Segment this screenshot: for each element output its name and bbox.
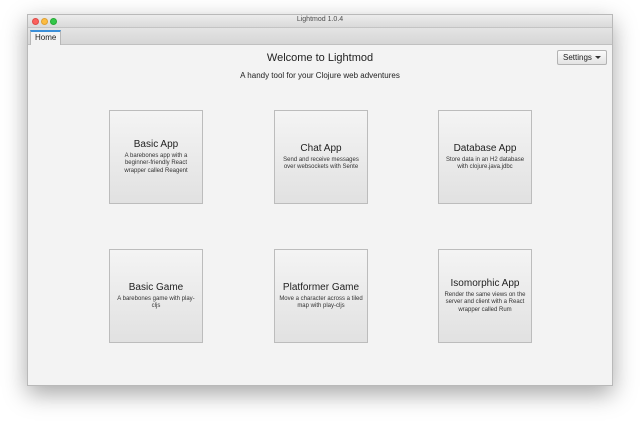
card-title: Platformer Game bbox=[282, 281, 360, 293]
card-title: Database App bbox=[453, 142, 517, 154]
page-subtitle: A handy tool for your Clojure web advent… bbox=[240, 71, 400, 80]
app-window: Lightmod 1.0.4 Home Welcome to Lightmod … bbox=[27, 14, 613, 386]
template-card-basic-game[interactable]: Basic Game A barebones game with play-cl… bbox=[109, 249, 203, 343]
template-card-basic-app[interactable]: Basic App A barebones app with a beginne… bbox=[109, 110, 203, 204]
card-description: Store data in an H2 database with clojur… bbox=[445, 156, 525, 171]
page-title: Welcome to Lightmod bbox=[266, 52, 374, 64]
card-description: Render the same views on the server and … bbox=[444, 291, 526, 313]
tab-bar: Home bbox=[28, 28, 612, 45]
window-title: Lightmod 1.0.4 bbox=[296, 16, 344, 23]
tab-home[interactable]: Home bbox=[30, 30, 62, 45]
settings-label: Settings bbox=[563, 53, 592, 62]
card-description: Send and receive messages over websocket… bbox=[283, 156, 359, 171]
card-description: Move a character across a tiled map with… bbox=[279, 295, 363, 310]
card-title: Basic App bbox=[133, 138, 179, 150]
template-card-database-app[interactable]: Database App Store data in an H2 databas… bbox=[438, 110, 532, 204]
card-title: Chat App bbox=[300, 142, 342, 154]
card-title: Basic Game bbox=[128, 281, 184, 293]
template-card-platformer-game[interactable]: Platformer Game Move a character across … bbox=[274, 249, 368, 343]
template-card-chat-app[interactable]: Chat App Send and receive messages over … bbox=[274, 110, 368, 204]
title-bar: Lightmod 1.0.4 bbox=[28, 15, 612, 28]
template-card-isomorphic-app[interactable]: Isomorphic App Render the same views on … bbox=[438, 249, 532, 343]
chevron-down-icon bbox=[595, 56, 601, 59]
card-description: A barebones app with a beginner-friendly… bbox=[124, 152, 188, 174]
settings-dropdown-button[interactable]: Settings bbox=[557, 50, 607, 65]
card-title: Isomorphic App bbox=[450, 277, 520, 289]
card-description: A barebones game with play-cljs bbox=[117, 295, 195, 310]
